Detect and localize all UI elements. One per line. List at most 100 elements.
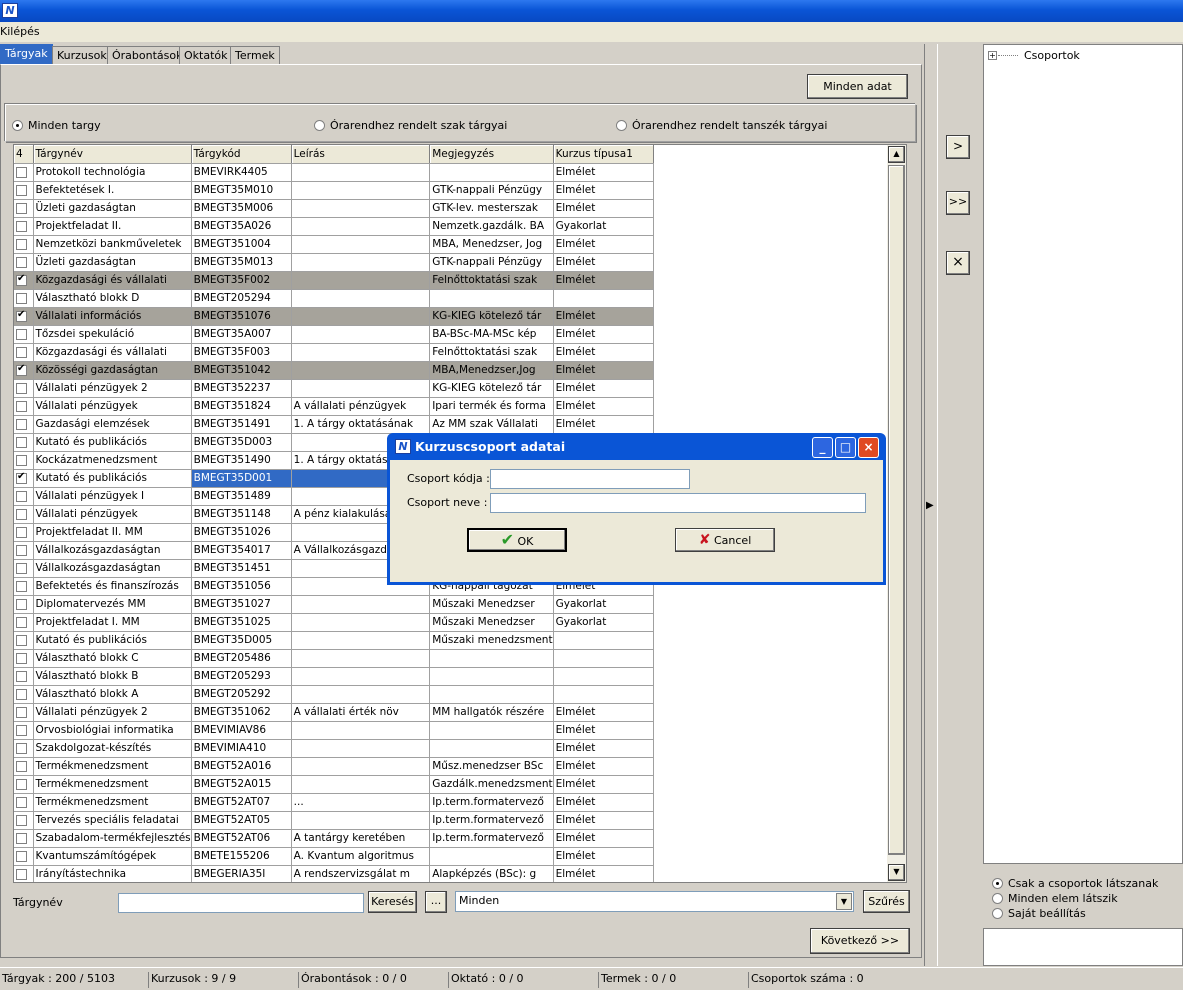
ok-button[interactable]: ✔ OK [467,528,567,552]
row-checkbox[interactable] [14,505,34,524]
checkbox-empty-icon[interactable] [16,418,27,430]
row-checkbox[interactable] [14,811,34,830]
group-name-input[interactable] [490,493,866,513]
row-checkbox[interactable] [14,361,34,380]
checkbox-checked-icon[interactable] [16,471,27,484]
row-checkbox[interactable] [14,253,34,272]
table-row[interactable]: Közösségi gazdaságtanBMEGT351042 MBA,Mene… [14,361,654,380]
table-row[interactable]: Választható blokk B BMEGT205293 [14,667,654,686]
move-all-button[interactable]: >> [946,191,970,215]
table-row[interactable]: Kutató és publikációs BMEGT35D005 Műszaki … [14,631,654,650]
subject-name-input[interactable] [118,893,364,913]
checkbox-empty-icon[interactable] [16,760,27,772]
cancel-button[interactable]: ✘ Cancel [675,528,775,552]
checkbox-empty-icon[interactable] [16,184,27,196]
row-checkbox[interactable] [14,235,34,254]
grid-column-header[interactable]: Tárgynév [33,145,192,164]
table-row[interactable]: Szabadalom-termékfejlesztés BMEGT52AT06 A … [14,829,654,848]
row-checkbox[interactable] [14,163,34,182]
row-checkbox[interactable] [14,865,34,882]
group-code-input[interactable] [490,469,690,489]
tab-kurzusok[interactable]: Kurzusok [52,46,112,64]
tab-targyak[interactable]: Tárgyak [0,44,53,64]
filter-button[interactable]: Szűrés [863,890,910,913]
table-row[interactable]: Termékmenedzsment BMEGT52A016 Műsz.menedzs… [14,757,654,776]
table-row[interactable]: Gazdasági elemzések BMEGT351491 1. A tárgy… [14,415,654,434]
radio-all-items[interactable]: Minden elem látszik [992,892,1118,905]
row-checkbox[interactable] [14,289,34,308]
checkbox-empty-icon[interactable] [16,382,27,394]
table-row[interactable]: Üzleti gazdaságtan BMEGT35M013 GTK-nappali… [14,253,654,272]
close-icon[interactable]: × [858,437,879,458]
row-checkbox[interactable] [14,487,34,506]
checkbox-empty-icon[interactable] [16,562,27,574]
checkbox-empty-icon[interactable] [16,580,27,592]
maximize-icon[interactable]: □ [835,437,856,458]
table-row[interactable]: Irányítástechnika BMEGERIA35I A rendszervi… [14,865,654,882]
radio-all-subjects[interactable]: Minden targy [12,119,101,132]
radio-department-subjects[interactable]: Órarendhez rendelt tanszék tárgyai [616,119,827,132]
row-checkbox[interactable] [14,415,34,434]
checkbox-empty-icon[interactable] [16,292,27,304]
row-checkbox[interactable] [14,451,34,470]
table-row[interactable]: Vállalati pénzügyek 2 BMEGT352237 KG-KIEG … [14,379,654,398]
checkbox-empty-icon[interactable] [16,526,27,538]
row-checkbox[interactable] [14,343,34,362]
row-checkbox[interactable] [14,703,34,722]
row-checkbox[interactable] [14,397,34,416]
checkbox-empty-icon[interactable] [16,598,27,610]
checkbox-checked-icon[interactable] [16,273,27,286]
table-row[interactable]: Vállalati információsBMEGT351076 KG-KIEG … [14,307,654,326]
table-row[interactable]: Protokoll technológia BMEVIRK4405 Elmélet [14,163,654,182]
row-checkbox[interactable] [14,541,34,560]
checkbox-empty-icon[interactable] [16,166,27,178]
row-checkbox[interactable] [14,433,34,452]
grid-column-header[interactable]: 4 [14,145,34,164]
row-checkbox[interactable] [14,595,34,614]
checkbox-empty-icon[interactable] [16,796,27,808]
checkbox-empty-icon[interactable] [16,346,27,358]
row-checkbox[interactable] [14,325,34,344]
checkbox-empty-icon[interactable] [16,634,27,646]
checkbox-checked-icon[interactable] [16,363,27,376]
checkbox-empty-icon[interactable] [16,238,27,250]
chevron-down-icon[interactable]: ▼ [836,893,852,910]
row-checkbox[interactable] [14,379,34,398]
tree-root-groups[interactable]: Csoportok [1024,49,1080,62]
minimize-icon[interactable]: _ [812,437,833,458]
table-row[interactable]: Tervezés speciális feladatai BMEGT52AT05 I… [14,811,654,830]
grid-vertical-scrollbar[interactable]: ▲ ▼ [887,145,906,882]
window-titlebar[interactable]: N [0,0,1183,22]
tab-oktatok[interactable]: Oktatók [179,46,233,64]
search-button[interactable]: Keresés [368,891,417,913]
row-checkbox[interactable] [14,685,34,704]
scroll-thumb[interactable] [888,165,905,855]
checkbox-empty-icon[interactable] [16,490,27,502]
checkbox-empty-icon[interactable] [16,508,27,520]
splitter-arrow-icon[interactable]: ▶ [926,500,934,511]
scroll-up-icon[interactable]: ▲ [888,146,905,163]
row-checkbox[interactable] [14,271,34,290]
grid-column-header[interactable]: Megjegyzés [429,145,554,164]
row-checkbox[interactable] [14,793,34,812]
row-checkbox[interactable] [14,667,34,686]
all-data-button[interactable]: Minden adat [807,74,908,99]
filter-select[interactable]: Minden ▼ [455,891,854,912]
table-row[interactable]: Orvosbiológiai informatika BMEVIMIAV86 Elm… [14,721,654,740]
checkbox-empty-icon[interactable] [16,328,27,340]
dialog-titlebar[interactable]: N Kurzuscsoport adatai _ □ × [390,433,883,460]
checkbox-empty-icon[interactable] [16,832,27,844]
next-button[interactable]: Következő >> [810,928,910,954]
table-row[interactable]: Termékmenedzsment BMEGT52AT07... Ip.term.f… [14,793,654,812]
row-checkbox[interactable] [14,559,34,578]
row-checkbox[interactable] [14,649,34,668]
checkbox-empty-icon[interactable] [16,616,27,628]
row-checkbox[interactable] [14,469,34,488]
table-row[interactable]: Projektfeladat I. MM BMEGT351025 Műszaki M… [14,613,654,632]
table-row[interactable]: Közgazdasági és vállalatiBMEGT35F002 Feln… [14,271,654,290]
checkbox-empty-icon[interactable] [16,778,27,790]
table-row[interactable]: Vállalati pénzügyek BMEGT351824 A vállalat… [14,397,654,416]
row-checkbox[interactable] [14,775,34,794]
row-checkbox[interactable] [14,577,34,596]
checkbox-empty-icon[interactable] [16,850,27,862]
